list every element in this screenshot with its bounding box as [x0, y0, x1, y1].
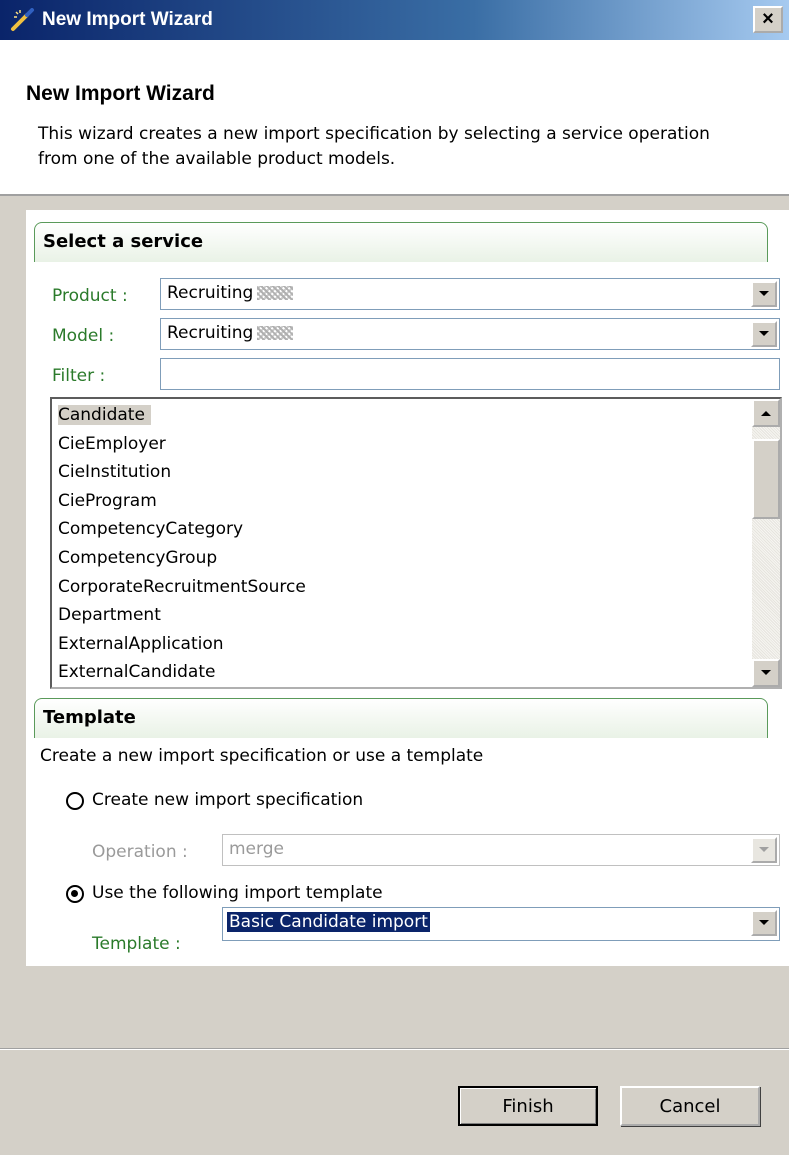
close-icon: ×: [762, 8, 774, 30]
redacted-mark: [257, 286, 294, 300]
use-template-label[interactable]: Use the following import template: [92, 883, 383, 903]
create-new-radio[interactable]: [66, 792, 84, 810]
window-title: New Import Wizard: [42, 9, 213, 30]
template-section-header: Template: [34, 698, 768, 738]
product-select[interactable]: Recruiting: [160, 278, 780, 310]
filter-label: Filter :: [52, 366, 106, 386]
create-new-label[interactable]: Create new import specification: [92, 790, 363, 810]
list-item[interactable]: CieProgram: [58, 487, 718, 516]
list-item-label: CompetencyGroup: [58, 547, 218, 568]
page-title: New Import Wizard: [26, 82, 215, 105]
template-instruction: Create a new import specification or use…: [40, 746, 484, 766]
template-label: Template :: [92, 934, 181, 954]
list-item-label: ExternalApplication: [58, 633, 224, 654]
list-item[interactable]: ExternalApplication: [58, 630, 718, 659]
list-item[interactable]: CieInstitution: [58, 458, 718, 487]
list-item-label: CieEmployer: [58, 433, 166, 454]
chevron-down-icon[interactable]: [751, 321, 777, 347]
filter-input[interactable]: [160, 358, 780, 390]
model-select[interactable]: Recruiting: [160, 318, 780, 350]
list-item[interactable]: CieEmployer: [58, 430, 718, 459]
list-item[interactable]: Department: [58, 601, 718, 630]
list-item-label: ExternalCandidate: [58, 662, 216, 683]
section-title: Template: [43, 707, 136, 728]
close-button[interactable]: ×: [753, 6, 783, 33]
model-value-wrap: Recruiting: [167, 323, 294, 343]
product-value-wrap: Recruiting: [167, 283, 294, 303]
wizard-header: New Import Wizard This wizard creates a …: [0, 40, 789, 196]
list-item-label: Candidate: [58, 405, 151, 425]
wizard-body: Select a service Product : Recruiting Mo…: [26, 210, 789, 966]
footer-separator: [0, 1048, 789, 1050]
chevron-down-icon[interactable]: [751, 910, 777, 936]
chevron-up-icon: [761, 411, 771, 416]
redacted-mark: [257, 326, 294, 340]
vertical-scrollbar[interactable]: [752, 399, 780, 687]
list-item[interactable]: Candidate: [58, 401, 718, 430]
list-item[interactable]: CompetencyCategory: [58, 515, 718, 544]
model-label: Model :: [52, 326, 115, 346]
list-item[interactable]: CorporateRecruitmentSource: [58, 573, 718, 602]
chevron-down-icon: [751, 837, 777, 863]
list-item[interactable]: CompetencyGroup: [58, 544, 718, 573]
chevron-down-icon[interactable]: [751, 281, 777, 307]
product-label: Product :: [52, 286, 128, 306]
list-item-label: CieInstitution: [58, 462, 172, 483]
chevron-down-icon: [761, 670, 771, 675]
operation-select: merge: [222, 834, 780, 866]
finish-button[interactable]: Finish: [458, 1086, 598, 1126]
scroll-up-button[interactable]: [752, 399, 780, 427]
new-import-wizard-dialog: New Import Wizard × New Import Wizard Th…: [0, 0, 789, 1155]
scroll-down-button[interactable]: [752, 659, 780, 687]
list-item-label: Department: [58, 605, 161, 626]
select-service-section-header: Select a service: [34, 222, 768, 262]
title-bar: New Import Wizard ×: [0, 0, 789, 40]
page-description: This wizard creates a new import specifi…: [38, 124, 710, 169]
template-value: Basic Candidate import: [227, 912, 430, 932]
section-title: Select a service: [43, 231, 204, 252]
use-template-radio[interactable]: [66, 885, 84, 903]
service-list[interactable]: Candidate CieEmployer CieInstitution CiePro…: [50, 397, 782, 689]
list-item-label: CieProgram: [58, 490, 157, 511]
list-item-label: CompetencyCategory: [58, 519, 244, 540]
wizard-wand-icon: [10, 8, 36, 32]
list-item-label: CorporateRecruitmentSource: [58, 576, 306, 597]
cancel-button[interactable]: Cancel: [620, 1086, 760, 1126]
operation-value: merge: [229, 839, 284, 859]
scrollbar-thumb[interactable]: [752, 439, 780, 519]
template-select[interactable]: Basic Candidate import: [222, 907, 780, 941]
operation-label: Operation :: [92, 842, 188, 862]
service-list-items: Candidate CieEmployer CieInstitution CiePro…: [58, 401, 718, 687]
model-value: Recruiting: [167, 323, 254, 343]
list-item[interactable]: ExternalCandidate: [58, 658, 718, 687]
product-value: Recruiting: [167, 283, 254, 303]
